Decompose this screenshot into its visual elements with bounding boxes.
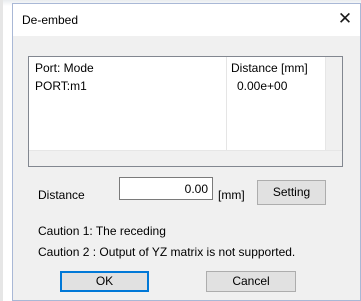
horizontal-scrollbar[interactable] xyxy=(29,150,342,166)
title-bar: De-embed ✕ xyxy=(13,4,360,36)
list-cell-distance: 0.00e+00 xyxy=(237,79,288,93)
de-embed-dialog: De-embed ✕ Port: Mode Distance [mm] PORT… xyxy=(12,3,361,301)
close-icon: ✕ xyxy=(337,9,353,28)
list-cell-port: PORT:m1 xyxy=(35,79,87,93)
column-header-port-mode[interactable]: Port: Mode xyxy=(35,61,94,75)
column-header-distance[interactable]: Distance [mm] xyxy=(231,61,308,75)
dialog-title: De-embed xyxy=(22,13,79,27)
distance-input[interactable] xyxy=(119,177,213,200)
list-item[interactable]: PORT:m1 0.00e+00 xyxy=(29,79,342,97)
distance-unit: [mm] xyxy=(218,188,245,202)
background-window-border xyxy=(0,0,3,301)
caution-1-text: Caution 1: The receding xyxy=(38,224,166,238)
port-distance-list[interactable]: Port: Mode Distance [mm] PORT:m1 0.00e+0… xyxy=(28,56,343,167)
close-button[interactable]: ✕ xyxy=(330,4,360,36)
setting-button[interactable]: Setting xyxy=(257,180,326,205)
list-header: Port: Mode Distance [mm] xyxy=(29,57,342,79)
vertical-scrollbar[interactable] xyxy=(325,57,342,150)
caution-2-text: Caution 2 : Output of YZ matrix is not s… xyxy=(38,245,296,259)
cancel-button[interactable]: Cancel xyxy=(206,271,296,292)
dialog-body: Port: Mode Distance [mm] PORT:m1 0.00e+0… xyxy=(13,36,360,300)
ok-button[interactable]: OK xyxy=(60,271,149,292)
distance-label: Distance xyxy=(38,188,85,202)
